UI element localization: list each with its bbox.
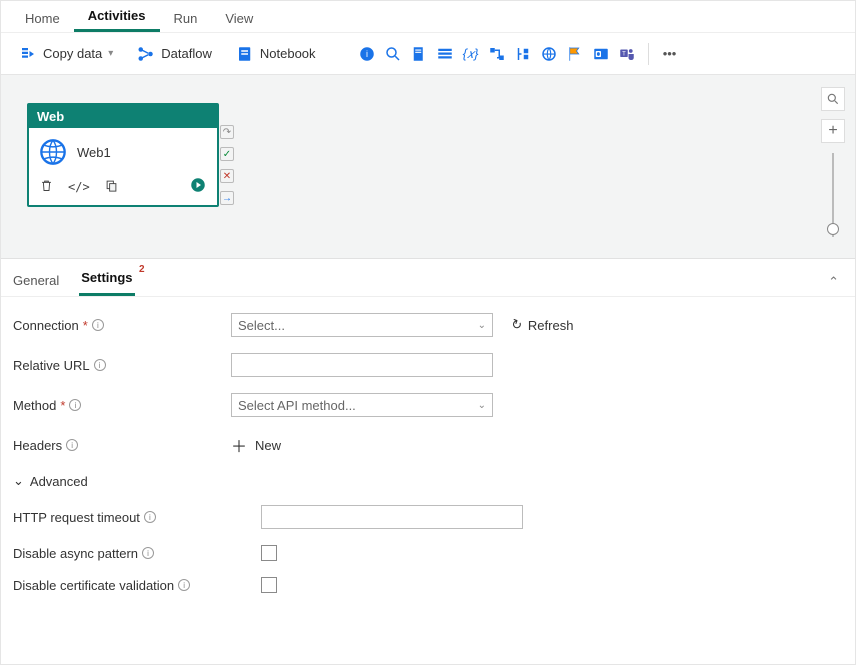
dataflow-label: Dataflow xyxy=(161,46,212,61)
headers-label: Headers xyxy=(13,438,62,453)
svg-text:T: T xyxy=(622,51,626,57)
pipeline-icon[interactable] xyxy=(488,45,506,63)
notebook-label: Notebook xyxy=(260,46,316,61)
method-placeholder: Select API method... xyxy=(238,398,356,413)
connection-select[interactable]: Select... ⌄ xyxy=(231,313,493,337)
tab-general[interactable]: General xyxy=(11,265,61,296)
disable-async-label: Disable async pattern xyxy=(13,546,138,561)
web-activity-icon xyxy=(39,138,67,166)
dataflow-icon xyxy=(137,45,155,63)
svg-text:i: i xyxy=(366,49,368,59)
tab-settings-label: Settings xyxy=(81,270,132,285)
new-header-label: New xyxy=(255,438,281,453)
handle-success-icon[interactable]: ✓ xyxy=(220,147,234,161)
property-tabs: General Settings 2 ⌃ xyxy=(1,259,855,297)
refresh-icon: ↻ xyxy=(509,316,525,335)
required-marker: * xyxy=(83,318,88,333)
flag-icon[interactable] xyxy=(566,45,584,63)
activity-name-label: Web1 xyxy=(77,145,111,160)
connection-label: Connection xyxy=(13,318,79,333)
chevron-down-icon: ⌄ xyxy=(478,400,486,411)
disable-cert-label: Disable certificate validation xyxy=(13,578,174,593)
method-select[interactable]: Select API method... ⌄ xyxy=(231,393,493,417)
copy-data-icon xyxy=(19,45,37,63)
search-icon[interactable] xyxy=(384,45,402,63)
code-icon[interactable]: </> xyxy=(68,180,90,194)
activities-toolbar: Copy data ▾ Dataflow Notebook i {𝑥} T ••… xyxy=(1,33,855,75)
required-marker: * xyxy=(60,398,65,413)
disable-cert-checkbox[interactable] xyxy=(261,577,277,593)
globe-icon[interactable] xyxy=(540,45,558,63)
new-header-button[interactable]: ＋ New xyxy=(231,433,281,457)
bracket-icon[interactable] xyxy=(514,45,532,63)
settings-form: Connection * i Select... ⌄ ↻ Refresh Rel… xyxy=(1,297,855,665)
copy-icon[interactable] xyxy=(104,178,119,196)
node-output-handles: ↷ ✓ ✕ → xyxy=(220,125,234,205)
canvas-tool-rail: + xyxy=(821,87,845,237)
timeout-label: HTTP request timeout xyxy=(13,510,140,525)
tab-settings-badge: 2 xyxy=(139,264,145,275)
disable-async-checkbox[interactable] xyxy=(261,545,277,561)
activity-type-label: Web xyxy=(29,105,217,128)
zoom-search-icon[interactable] xyxy=(821,87,845,111)
dataflow-button[interactable]: Dataflow xyxy=(129,41,220,67)
notebook-button[interactable]: Notebook xyxy=(228,41,324,67)
chevron-down-icon: ⌄ xyxy=(478,320,486,331)
advanced-label: Advanced xyxy=(30,474,88,489)
delete-icon[interactable] xyxy=(39,178,54,196)
tab-settings[interactable]: Settings 2 xyxy=(79,262,134,296)
activity-node-web[interactable]: Web Web1 </> xyxy=(27,103,219,207)
outlook-icon[interactable] xyxy=(592,45,610,63)
info-icon[interactable]: i xyxy=(142,547,154,559)
chevron-down-icon: ▾ xyxy=(108,48,113,59)
copy-data-button[interactable]: Copy data ▾ xyxy=(11,41,121,67)
more-icon[interactable]: ••• xyxy=(661,45,679,63)
plus-icon: ＋ xyxy=(231,433,247,457)
relative-url-input[interactable] xyxy=(231,353,493,377)
run-icon[interactable] xyxy=(189,176,207,197)
info-icon[interactable]: i xyxy=(178,579,190,591)
zoom-add-icon[interactable]: + xyxy=(821,119,845,143)
menu-home[interactable]: Home xyxy=(11,5,74,32)
method-label: Method xyxy=(13,398,56,413)
info-icon[interactable]: i xyxy=(94,359,106,371)
menu-run[interactable]: Run xyxy=(160,5,212,32)
connection-placeholder: Select... xyxy=(238,318,285,333)
refresh-label: Refresh xyxy=(528,318,574,333)
info-icon[interactable]: i xyxy=(69,399,81,411)
pipeline-canvas[interactable]: Web Web1 </> ↷ ✓ ✕ → + xyxy=(1,75,855,259)
info-icon[interactable]: i xyxy=(144,511,156,523)
notebook-icon xyxy=(236,45,254,63)
collapse-panel-icon[interactable]: ⌃ xyxy=(822,268,845,296)
variable-icon[interactable]: {𝑥} xyxy=(462,45,480,63)
info-icon[interactable]: i xyxy=(66,439,78,451)
handle-failure-icon[interactable]: ✕ xyxy=(220,169,234,183)
refresh-button[interactable]: ↻ Refresh xyxy=(511,317,573,333)
timeout-input[interactable] xyxy=(261,505,523,529)
info-icon[interactable]: i xyxy=(92,319,104,331)
top-menu: Home Activities Run View xyxy=(1,1,855,33)
zoom-slider[interactable] xyxy=(832,153,834,237)
zoom-slider-knob[interactable] xyxy=(827,223,839,235)
handle-completion-icon[interactable]: → xyxy=(220,191,234,205)
menu-activities[interactable]: Activities xyxy=(74,2,160,32)
info-icon[interactable]: i xyxy=(358,45,376,63)
advanced-section-toggle[interactable]: ⌄ Advanced xyxy=(13,473,843,489)
menu-view[interactable]: View xyxy=(211,5,267,32)
teams-icon[interactable]: T xyxy=(618,45,636,63)
chevron-down-icon: ⌄ xyxy=(13,473,24,489)
relative-url-label: Relative URL xyxy=(13,358,90,373)
handle-neutral-icon[interactable]: ↷ xyxy=(220,125,234,139)
document-icon[interactable] xyxy=(410,45,428,63)
list-icon[interactable] xyxy=(436,45,454,63)
copy-data-label: Copy data xyxy=(43,46,102,61)
toolbar-separator xyxy=(648,43,649,65)
